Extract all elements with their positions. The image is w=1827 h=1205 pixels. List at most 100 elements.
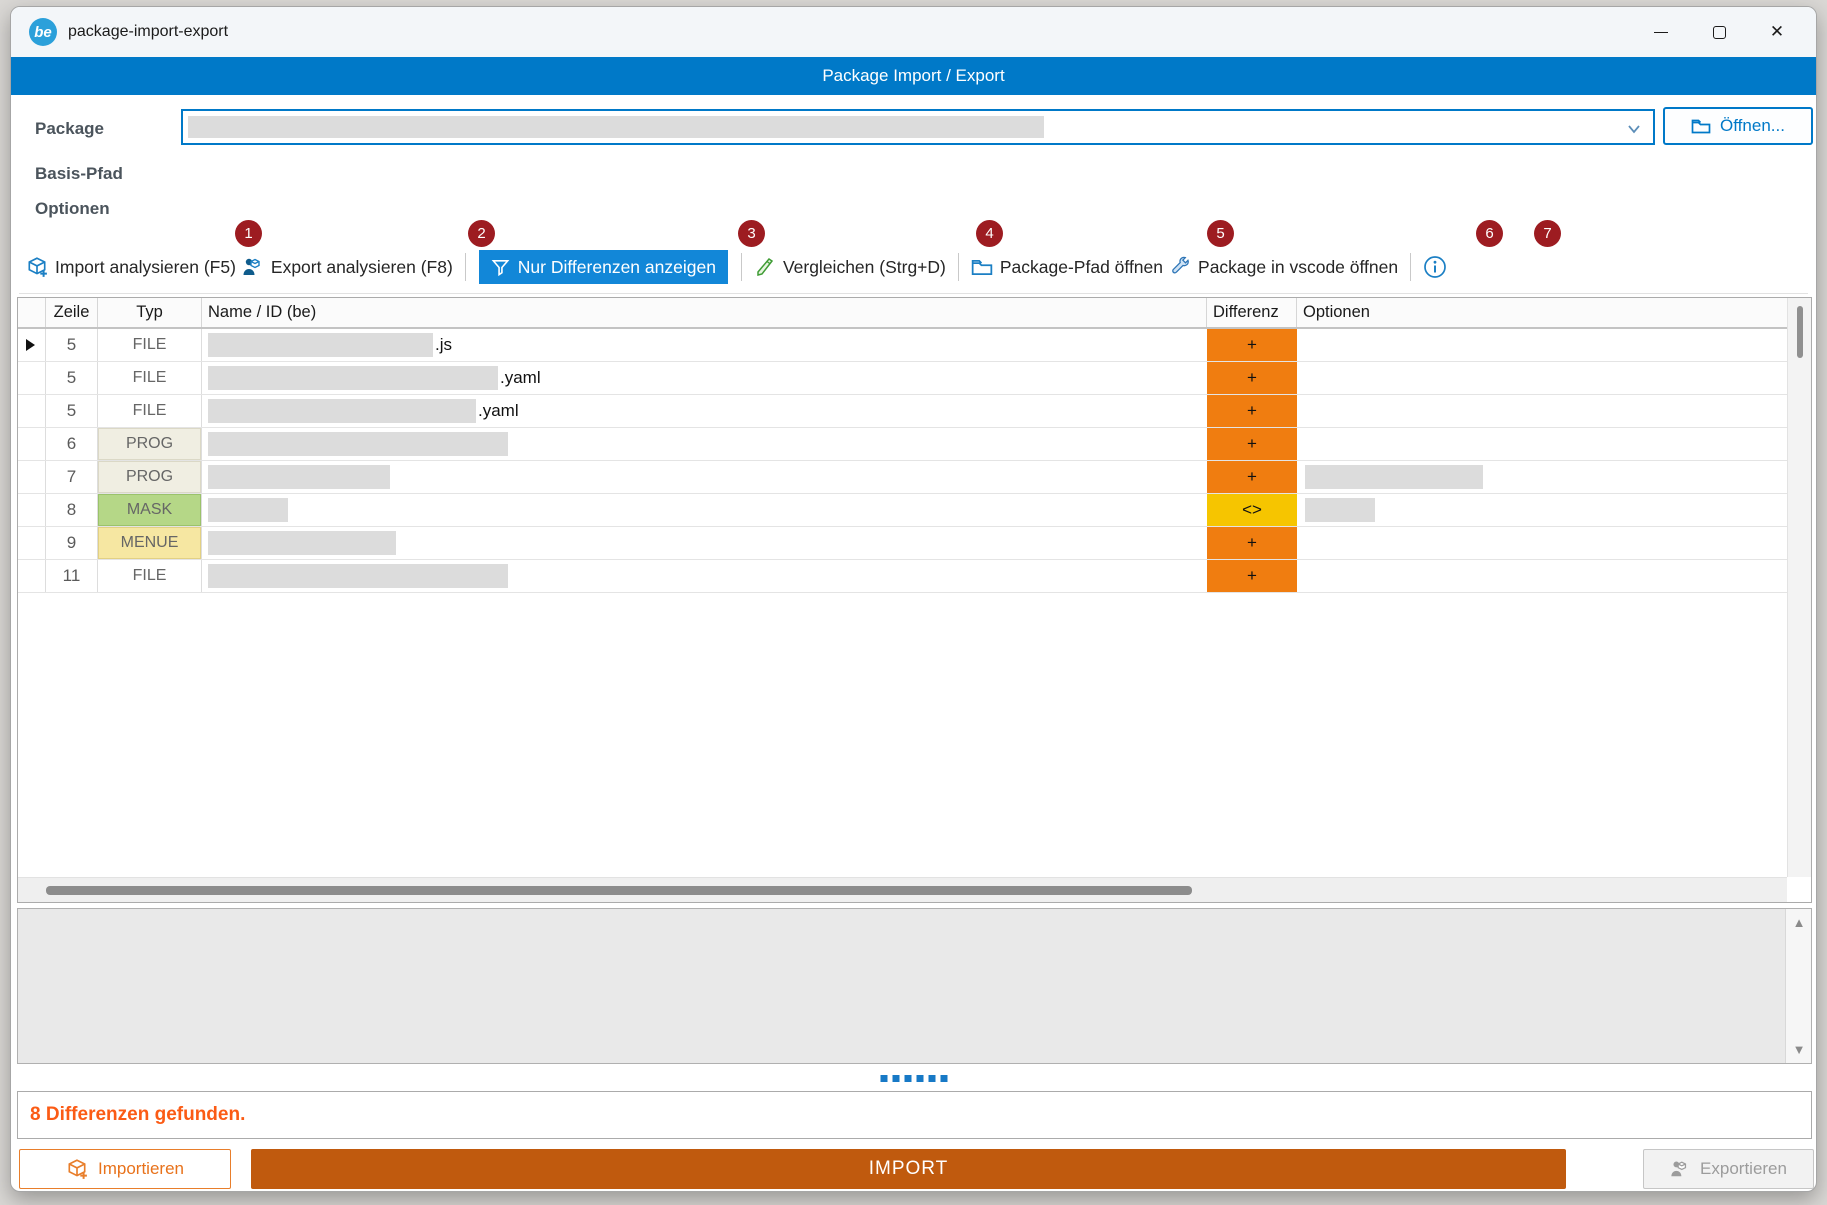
grip-dot [928,1075,935,1082]
column-header-optionen[interactable]: Optionen [1297,298,1811,327]
panel-vertical-scrollbar[interactable]: ▲ ▼ [1785,909,1811,1063]
table-row[interactable]: 6 PROG + [18,428,1811,461]
grip-dot [904,1075,911,1082]
basis-pfad-label: Basis-Pfad [35,164,123,184]
import-action-button[interactable]: IMPORT [251,1149,1566,1189]
filter-icon [491,258,510,277]
table-horizontal-scrollbar[interactable] [18,877,1787,902]
cell-name [202,461,1207,493]
close-icon: ✕ [1770,22,1784,42]
column-header-differenz[interactable]: Differenz [1207,298,1297,327]
close-button[interactable]: ✕ [1748,11,1806,53]
cell-differenz: + [1207,527,1297,559]
only-differences-toggle[interactable]: Nur Differenzen anzeigen [479,250,728,284]
cell-typ: MASK [98,494,202,526]
cell-differenz: + [1207,362,1297,394]
compare-button[interactable]: Vergleichen (Strg+D) [751,256,949,278]
wrench-icon [1169,256,1191,278]
scrollbar-thumb[interactable] [46,886,1192,895]
info-icon [1423,255,1447,279]
step-badge-4: 4 [976,220,1003,247]
row-selector[interactable] [18,395,46,427]
table-row[interactable]: 7 PROG + [18,461,1811,494]
chevron-down-icon[interactable] [1625,120,1643,138]
toolbar: Import analysieren (F5) Export analysier… [23,247,1806,287]
step-badge-1: 1 [235,220,262,247]
redacted-option [1305,465,1483,489]
table-header: Zeile Typ Name / ID (be) Differenz Optio… [18,298,1811,329]
step-badge-2: 2 [468,220,495,247]
open-in-vscode-label: Package in vscode öffnen [1198,257,1398,278]
cell-optionen [1297,395,1811,427]
row-selector[interactable] [18,362,46,394]
maximize-button[interactable] [1690,11,1748,53]
scroll-down-icon[interactable]: ▼ [1786,1042,1812,1057]
import-action-label: IMPORT [869,1158,949,1180]
redacted-name [208,399,476,423]
open-package-button[interactable]: Öffnen... [1663,107,1813,145]
splitter-grip[interactable] [880,1075,947,1082]
diff-compare-icon [754,256,776,278]
package-import-icon [26,256,48,278]
cell-name: .js [202,329,1207,361]
import-analyze-label: Import analysieren (F5) [55,257,236,278]
package-import-icon [66,1158,88,1180]
cell-zeile: 8 [46,494,98,526]
table-row[interactable]: 11 FILE + [18,560,1811,593]
open-button-label: Öffnen... [1720,116,1785,136]
file-suffix: .yaml [500,368,541,388]
column-header-name[interactable]: Name / ID (be) [202,298,1207,327]
row-selector[interactable] [18,461,46,493]
export-analyze-button[interactable]: Export analysieren (F8) [239,256,456,278]
import-analyze-button[interactable]: Import analysieren (F5) [23,256,239,278]
open-package-path-label: Package-Pfad öffnen [1000,257,1163,278]
table-row[interactable]: 8 MASK <> [18,494,1811,527]
redacted-name [208,531,396,555]
step-badge-6: 6 [1476,220,1503,247]
grip-dot [916,1075,923,1082]
detail-panel: ▲ ▼ [17,908,1812,1064]
exportieren-button[interactable]: Exportieren [1643,1149,1814,1189]
table-row[interactable]: 9 MENUE + [18,527,1811,560]
importieren-button[interactable]: Importieren [19,1149,231,1189]
table-row[interactable]: 5 FILE .yaml + [18,395,1811,428]
cell-optionen [1297,494,1811,526]
table-row[interactable]: 5 FILE .js + [18,329,1811,362]
row-selector[interactable] [18,329,46,361]
open-package-path-button[interactable]: Package-Pfad öffnen [968,257,1166,278]
page-title: Package Import / Export [822,66,1004,86]
table-row[interactable]: 5 FILE .yaml + [18,362,1811,395]
scroll-up-icon[interactable]: ▲ [1786,915,1812,930]
cell-differenz: <> [1207,494,1297,526]
header-gutter [18,298,46,327]
scrollbar-thumb[interactable] [1797,306,1803,358]
cell-typ: MENUE [98,527,202,559]
cell-name [202,527,1207,559]
cell-optionen [1297,560,1811,592]
toolbar-divider [19,293,1808,294]
table-vertical-scrollbar[interactable] [1787,298,1811,877]
row-selector[interactable] [18,428,46,460]
row-selector[interactable] [18,527,46,559]
open-in-vscode-button[interactable]: Package in vscode öffnen [1166,256,1401,278]
cell-zeile: 5 [46,329,98,361]
cell-typ: PROG [98,428,202,460]
cell-typ: PROG [98,461,202,493]
row-selector[interactable] [18,494,46,526]
redacted-name [208,366,498,390]
minimize-button[interactable] [1632,11,1690,53]
column-header-zeile[interactable]: Zeile [46,298,98,327]
redacted-name [208,432,508,456]
cell-name: .yaml [202,362,1207,394]
row-selector[interactable] [18,560,46,592]
cell-zeile: 5 [46,395,98,427]
cell-typ: FILE [98,395,202,427]
info-button[interactable] [1420,255,1450,279]
diff-table: Zeile Typ Name / ID (be) Differenz Optio… [17,297,1812,903]
column-header-typ[interactable]: Typ [98,298,202,327]
cell-optionen [1297,362,1811,394]
cell-name [202,494,1207,526]
package-combobox[interactable] [181,109,1655,145]
step-badge-7: 7 [1534,220,1561,247]
cell-name: .yaml [202,395,1207,427]
